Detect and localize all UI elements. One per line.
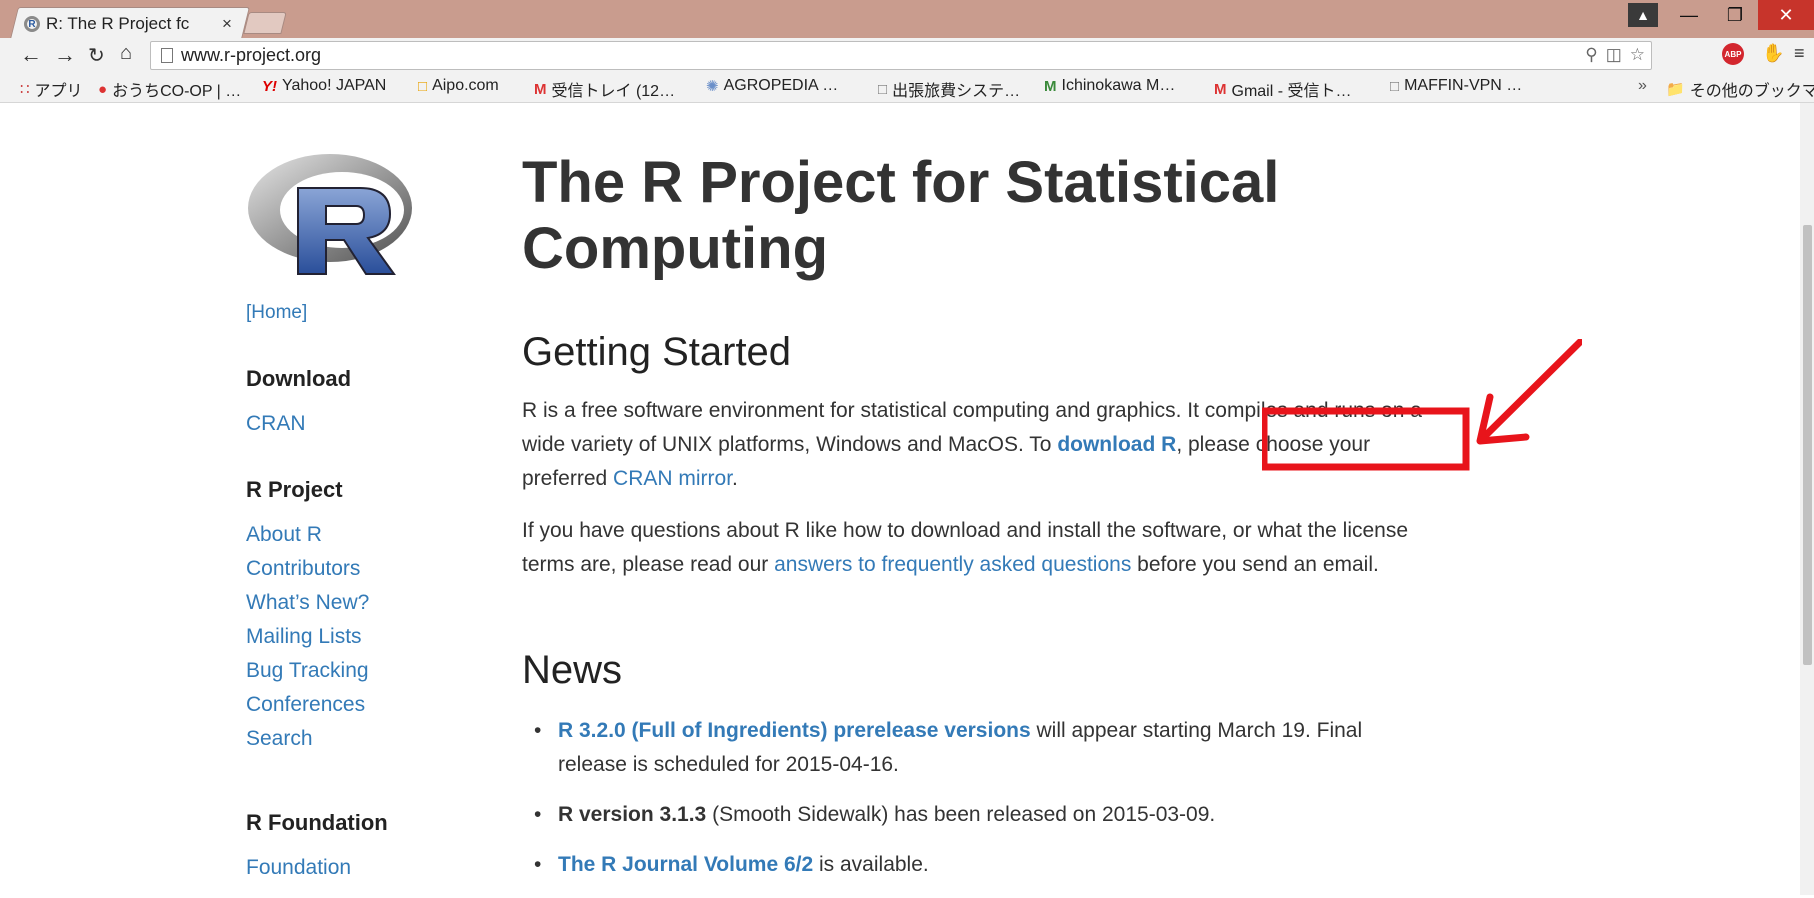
sidebar-home-link[interactable]: [Home] [246,302,307,324]
m-favicon-icon: M [1044,77,1057,95]
sidebar-foundation-heading: R Foundation [246,810,388,835]
sidebar-item-whats-new[interactable]: What’s New? [246,591,369,614]
translate-icon[interactable]: ◫ [1606,45,1622,65]
browser-tab-content[interactable]: R R: The R Project fc × [24,12,244,36]
coop-favicon-icon: ● [98,80,108,98]
new-tab-button[interactable] [243,12,287,34]
bookmark-gmail[interactable]: M Gmail - 受信ト… [1214,77,1352,101]
gmail-favicon-icon: M [534,80,547,98]
bookmark-star-icon[interactable]: ☆ [1630,45,1645,65]
annotation-arrow-shaft [1480,339,1582,441]
sidebar-project-heading: R Project [246,477,343,502]
address-bar[interactable]: www.r-project.org ⚲ ◫ ☆ [150,41,1652,70]
minimize-icon[interactable]: — [1666,0,1712,30]
news-item: • The R Journal Volume 6/2 is available. [530,848,1430,882]
news-item-link[interactable]: The R Journal Volume 6/2 [558,853,813,876]
adblock-plus-icon[interactable]: ABP [1722,43,1744,65]
bookmark-agropedia[interactable]: ✺ AGROPEDIA … [706,77,838,95]
yahoo-favicon-icon: Y! [262,77,277,95]
reload-icon[interactable]: ↻ [88,43,105,68]
download-r-link[interactable]: download R [1057,433,1176,456]
close-window-icon[interactable]: ✕ [1758,0,1814,30]
bullet-icon: • [534,853,542,876]
news-item: • R 3.2.0 (Full of Ingredients) prerelea… [530,714,1430,782]
sidebar-item-bug-tracking[interactable]: Bug Tracking [246,659,369,682]
apps-grid-icon: ∷ [20,81,30,98]
zoom-icon[interactable]: ⚲ [1585,45,1597,65]
news-heading: News [522,648,623,692]
getting-started-heading: Getting Started [522,330,792,374]
sidebar-item-mailing-lists[interactable]: Mailing Lists [246,625,362,648]
tab-close-icon[interactable]: × [222,14,232,34]
sidebar-project-list: About R Contributors What’s New? Mailing… [246,523,369,761]
extension-icon[interactable]: ✋ [1762,43,1784,64]
aipo-favicon-icon: □ [418,77,428,95]
back-arrow-icon[interactable]: ← [20,42,42,68]
getting-started-paragraph-2: If you have questions about R like how t… [522,519,1409,576]
page-title: The R Project for Statistical Computing [522,150,1280,281]
r-logo[interactable] [244,148,420,282]
sidebar-item-conferences[interactable]: Conferences [246,693,365,716]
news-item-link[interactable]: R 3.2.0 (Full of Ingredients) prerelease… [558,719,1031,742]
bookmarks-bar: ∷ アプリ ● おうちCO-OP | … Y! Yahoo! JAPAN □ A… [0,72,1814,103]
getting-started-paragraph-1: R is a free software environment for sta… [522,399,1422,490]
bookmark-maffin[interactable]: □ MAFFIN-VPN … [1390,77,1522,95]
scrollbar-thumb[interactable] [1803,225,1812,665]
bookmark-apps[interactable]: ∷ アプリ [20,77,83,101]
maximize-icon[interactable]: ❐ [1712,0,1758,30]
forward-arrow-icon[interactable]: → [54,42,76,68]
browser-toolbar: ← → ↻ ⌂ www.r-project.org ⚲ ◫ ☆ ABP ✋ ≡ [0,38,1814,72]
sidebar-item-foundation[interactable]: Foundation [246,856,351,879]
gmail-favicon-icon: M [1214,80,1227,98]
window-titlebar: R R: The R Project fc × ▲ — ❐ ✕ [0,0,1814,39]
bookmark-inbox[interactable]: M 受信トレイ (12… [534,77,675,101]
sidebar-item-cran[interactable]: CRAN [246,412,306,435]
sidebar-download-heading: Download [246,366,352,391]
user-profile-icon[interactable]: ▲ [1628,3,1658,27]
r-favicon-icon: R [24,16,40,32]
page-icon: □ [878,80,888,98]
folder-icon: 📁 [1666,81,1685,98]
bullet-icon: • [534,803,542,826]
agropedia-favicon-icon: ✺ [706,78,719,95]
news-list: • R 3.2.0 (Full of Ingredients) prerelea… [530,714,1430,898]
annotation-arrow-head-icon [1476,393,1530,445]
tab-title: R: The R Project fc [46,14,190,33]
sidebar-download-list: CRAN [246,412,306,446]
bookmark-ichinokawa[interactable]: M Ichinokawa M… [1044,77,1175,95]
bookmarks-overflow-button[interactable]: » [1638,77,1647,95]
news-item: • R version 3.1.3 (Smooth Sidewalk) has … [530,798,1430,832]
news-item-strong: R version 3.1.3 [558,803,707,826]
sidebar-item-search[interactable]: Search [246,727,313,750]
bullet-icon: • [534,719,542,742]
bookmark-coop[interactable]: ● おうちCO-OP | … [98,77,241,101]
faq-link[interactable]: answers to frequently asked questions [774,553,1131,576]
cran-mirror-link[interactable]: CRAN mirror [613,467,732,490]
page-icon: □ [1390,77,1400,95]
page-scrollbar[interactable] [1800,103,1814,895]
bookmark-aipo[interactable]: □ Aipo.com [418,77,499,95]
omnibox-actions: ⚲ ◫ ☆ [1585,45,1645,65]
url-text[interactable]: www.r-project.org [181,45,321,66]
bookmark-other-folder[interactable]: 📁 その他のブックマーク [1666,77,1814,101]
page-icon [161,48,173,63]
chrome-menu-icon[interactable]: ≡ [1794,43,1805,64]
window-controls: ▲ — ❐ ✕ [1628,0,1814,30]
sidebar-foundation-list: Foundation [246,856,351,890]
sidebar-item-contributors[interactable]: Contributors [246,557,360,580]
bookmark-travel[interactable]: □ 出張旅費システ… [878,77,1020,101]
home-icon[interactable]: ⌂ [120,42,132,65]
bookmark-yahoo[interactable]: Y! Yahoo! JAPAN [262,77,386,95]
sidebar-item-about-r[interactable]: About R [246,523,322,546]
